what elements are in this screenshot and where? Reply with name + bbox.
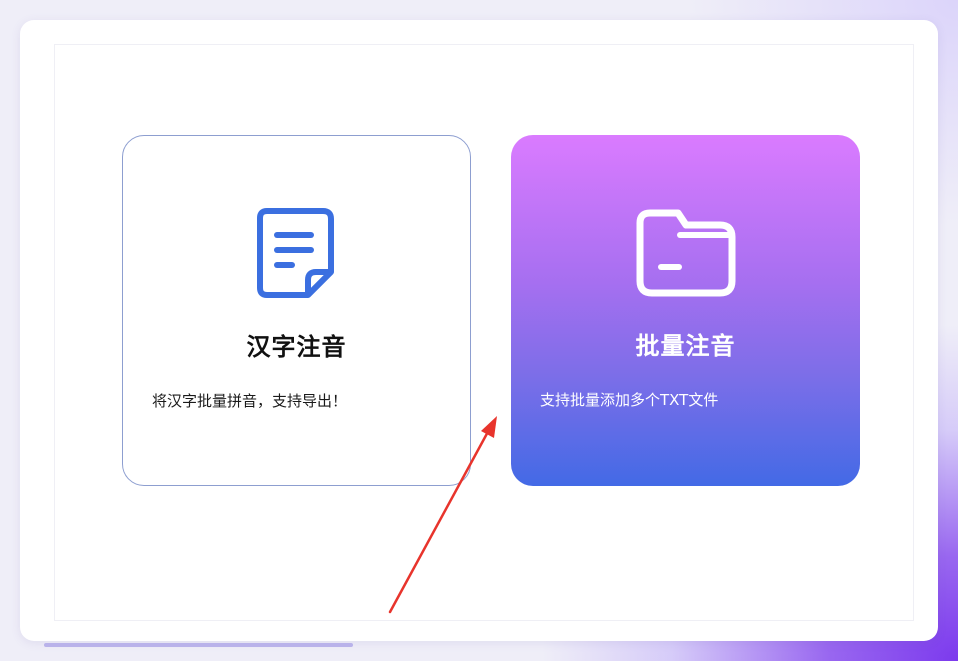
card-title: 汉字注音 <box>246 333 347 361</box>
folder-icon <box>636 209 735 297</box>
batch-zhuyin-card[interactable]: 批量注音 支持批量添加多个TXT文件 <box>511 135 860 486</box>
card-description: 支持批量添加多个TXT文件 <box>540 391 719 409</box>
horizontal-scrollbar[interactable] <box>44 643 353 647</box>
card-title: 批量注音 <box>635 332 736 360</box>
document-icon <box>256 208 334 298</box>
card-description: 将汉字批量拼音，支持导出！ <box>152 392 348 410</box>
hanzi-zhuyin-card[interactable]: 汉字注音 将汉字批量拼音，支持导出！ <box>122 135 471 486</box>
